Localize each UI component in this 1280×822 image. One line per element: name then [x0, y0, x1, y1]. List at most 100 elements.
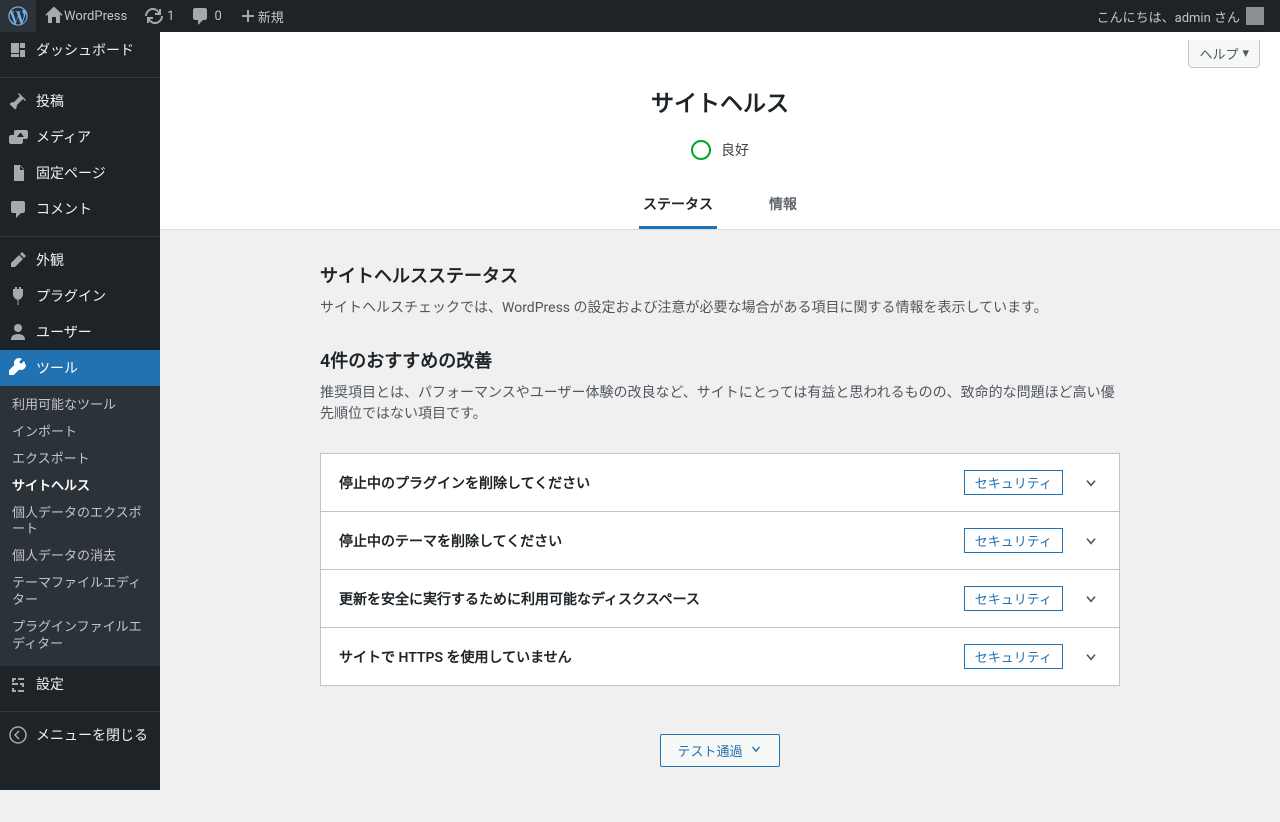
plugin-icon — [8, 286, 28, 306]
updates[interactable]: 1 — [135, 0, 182, 32]
menu-posts[interactable]: 投稿 — [0, 83, 160, 119]
avatar-icon — [1246, 7, 1264, 25]
page-title: サイトヘルス — [160, 64, 1280, 128]
sub-available-tools[interactable]: 利用可能なツール — [0, 393, 160, 420]
improvements-title: 4件のおすすめの改善 — [320, 347, 1120, 373]
improvements-desc: 推奨項目とは、パフォーマンスやユーザー体験の改良など、サイトにとっては有益と思わ… — [320, 383, 1120, 425]
admin-sidebar: ダッシュボード 投稿 メディア 固定ページ コメント 外観 プラグイン ユーザー… — [0, 32, 160, 790]
accordion-title: 停止中のプラグインを削除してください — [339, 473, 964, 493]
menu-separator — [0, 73, 160, 78]
chevron-down-icon — [1081, 647, 1101, 667]
accordion-item[interactable]: 更新を安全に実行するために利用可能なディスクスペース セキュリティ — [321, 570, 1119, 628]
status-text: 良好 — [721, 140, 749, 160]
sub-erase-personal[interactable]: 個人データの消去 — [0, 544, 160, 571]
wrench-icon — [8, 358, 28, 378]
user-icon — [8, 322, 28, 342]
chevron-down-icon — [1081, 473, 1101, 493]
comments-count: 0 — [214, 9, 221, 24]
menu-appearance-label: 外観 — [36, 250, 64, 270]
comment-icon — [190, 6, 210, 26]
status-circle-icon — [691, 140, 711, 160]
settings-icon — [8, 674, 28, 694]
admin-bar: WordPress 1 0 新規 こんにちは、admin さん — [0, 0, 1280, 32]
menu-tools-label: ツール — [36, 358, 78, 378]
sub-export[interactable]: エクスポート — [0, 447, 160, 474]
sub-import[interactable]: インポート — [0, 420, 160, 447]
tests-passed-wrap: テスト通過 — [320, 734, 1120, 767]
wordpress-logo-icon — [8, 6, 28, 26]
accordion-item[interactable]: 停止中のテーマを削除してください セキュリティ — [321, 512, 1119, 570]
accordion-title: サイトで HTTPS を使用していません — [339, 647, 964, 667]
body-wrap: サイトヘルスステータス サイトヘルスチェックでは、WordPress の設定およ… — [320, 230, 1120, 790]
tab-info[interactable]: 情報 — [765, 182, 801, 229]
brush-icon — [8, 250, 28, 270]
menu-collapse-label: メニューを閉じる — [36, 725, 148, 745]
sub-export-personal[interactable]: 個人データのエクスポート — [0, 501, 160, 545]
new-label: 新規 — [258, 7, 284, 26]
page-icon — [8, 163, 28, 183]
site-name[interactable]: WordPress — [36, 0, 135, 32]
help-label: ヘルプ — [1199, 44, 1238, 63]
chevron-down-icon — [1081, 531, 1101, 551]
menu-settings-label: 設定 — [36, 674, 64, 694]
security-badge: セキュリティ — [964, 644, 1063, 669]
tests-passed-label: テスト通過 — [677, 741, 742, 760]
menu-appearance[interactable]: 外観 — [0, 242, 160, 278]
menu-settings[interactable]: 設定 — [0, 666, 160, 702]
accordion-item[interactable]: 停止中のプラグインを削除してください セキュリティ — [321, 454, 1119, 512]
security-badge: セキュリティ — [964, 586, 1063, 611]
home-icon — [44, 6, 64, 26]
account-greeting[interactable]: こんにちは、admin さん — [1089, 0, 1272, 32]
chevron-down-icon — [1081, 589, 1101, 609]
chevron-down-icon — [749, 742, 763, 759]
updates-count: 1 — [167, 9, 174, 24]
sub-plugin-editor[interactable]: プラグインファイルエディター — [0, 615, 160, 659]
pin-icon — [8, 91, 28, 111]
status-indicator: 良好 — [160, 128, 1280, 172]
help-tab[interactable]: ヘルプ ▾ — [1188, 40, 1260, 68]
plus-icon — [238, 6, 258, 26]
menu-media-label: メディア — [36, 127, 91, 147]
menu-pages-label: 固定ページ — [36, 163, 106, 183]
tests-passed-button[interactable]: テスト通過 — [660, 734, 779, 767]
security-badge: セキュリティ — [964, 528, 1063, 553]
menu-collapse[interactable]: メニューを閉じる — [0, 717, 160, 753]
menu-separator — [0, 707, 160, 712]
menu-posts-label: 投稿 — [36, 91, 64, 111]
section-desc: サイトヘルスチェックでは、WordPress の設定および注意が必要な場合がある… — [320, 298, 1120, 319]
content-area: ヘルプ ▾ サイトヘルス 良好 ステータス 情報 サイトヘルスステータス サイト… — [160, 32, 1280, 790]
menu-tools[interactable]: ツール — [0, 350, 160, 386]
comments[interactable]: 0 — [182, 0, 229, 32]
menu-media[interactable]: メディア — [0, 119, 160, 155]
site-health-header: サイトヘルス 良好 ステータス 情報 — [160, 32, 1280, 230]
accordion-item[interactable]: サイトで HTTPS を使用していません セキュリティ — [321, 628, 1119, 685]
menu-plugins-label: プラグイン — [36, 286, 106, 306]
dashboard-icon — [8, 40, 28, 60]
tabs: ステータス 情報 — [160, 182, 1280, 229]
section-title: サイトヘルスステータス — [320, 262, 1120, 288]
media-icon — [8, 127, 28, 147]
collapse-icon — [8, 725, 28, 745]
menu-dashboard[interactable]: ダッシュボード — [0, 32, 160, 68]
accordion-title: 停止中のテーマを削除してください — [339, 531, 964, 551]
menu-comments[interactable]: コメント — [0, 191, 160, 227]
caret-down-icon: ▾ — [1242, 46, 1249, 61]
menu-users[interactable]: ユーザー — [0, 314, 160, 350]
wp-logo[interactable] — [0, 0, 36, 32]
new-content[interactable]: 新規 — [230, 0, 292, 32]
menu-plugins[interactable]: プラグイン — [0, 278, 160, 314]
sub-theme-editor[interactable]: テーマファイルエディター — [0, 571, 160, 615]
tab-status[interactable]: ステータス — [639, 182, 717, 229]
security-badge: セキュリティ — [964, 470, 1063, 495]
improvements-list: 停止中のプラグインを削除してください セキュリティ 停止中のテーマを削除してくだ… — [320, 453, 1120, 686]
accordion-title: 更新を安全に実行するために利用可能なディスクスペース — [339, 589, 964, 609]
greeting-text: こんにちは、admin さん — [1097, 7, 1240, 26]
menu-comments-label: コメント — [36, 199, 92, 219]
menu-pages[interactable]: 固定ページ — [0, 155, 160, 191]
menu-separator — [0, 232, 160, 237]
menu-dashboard-label: ダッシュボード — [36, 40, 134, 60]
refresh-icon — [143, 6, 163, 26]
menu-users-label: ユーザー — [36, 322, 92, 342]
site-name-label: WordPress — [64, 9, 127, 24]
sub-site-health[interactable]: サイトヘルス — [0, 474, 160, 501]
